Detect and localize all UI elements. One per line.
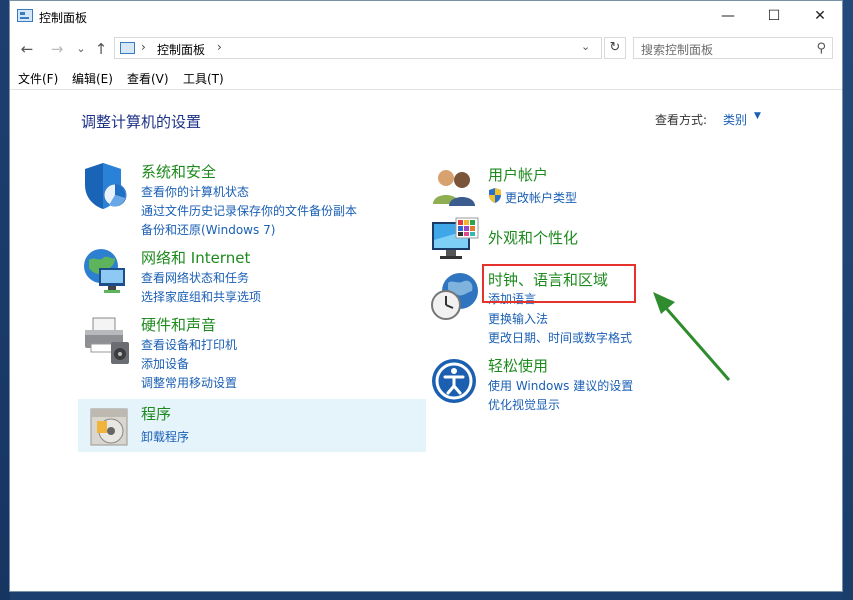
link-add-device[interactable]: 添加设备 xyxy=(141,355,189,372)
user-accounts-icon[interactable] xyxy=(430,166,480,210)
annotation-arrow-icon xyxy=(653,292,731,381)
link-optimize-visual-display[interactable]: 优化视觉显示 xyxy=(488,396,560,413)
minimize-button[interactable]: — xyxy=(705,1,751,32)
title-bar[interactable]: 控制面板 — ☐ ✕ xyxy=(10,1,842,32)
menu-edit[interactable]: 编辑(E) xyxy=(72,70,113,87)
address-dropdown-chevron-icon[interactable]: ⌄ xyxy=(581,40,590,53)
menu-bar: 文件(F) 编辑(E) 查看(V) 工具(T) xyxy=(10,67,842,90)
programs-icon[interactable] xyxy=(87,403,131,449)
navigation-bar: ← → ⌄ ↑ › 控制面板 › ⌄ ↻ 搜索控制面板 ⚲ xyxy=(10,35,842,63)
menu-view[interactable]: 查看(V) xyxy=(127,70,169,87)
page-title: 调整计算机的设置 xyxy=(81,113,202,131)
category-title-programs[interactable]: 程序 xyxy=(141,403,171,424)
ease-of-access-icon[interactable] xyxy=(431,358,477,404)
category-title-hardware-sound[interactable]: 硬件和声音 xyxy=(141,314,216,335)
category-title-network-internet[interactable]: 网络和 Internet xyxy=(141,247,250,268)
category-title-appearance[interactable]: 外观和个性化 xyxy=(488,227,578,248)
search-input[interactable]: 搜索控制面板 xyxy=(641,41,713,58)
address-bar[interactable]: › 控制面板 › ⌄ xyxy=(114,37,602,59)
printer-icon[interactable] xyxy=(81,316,131,366)
chevron-right-icon[interactable]: › xyxy=(141,40,146,54)
menu-tools[interactable]: 工具(T) xyxy=(183,70,224,87)
uac-shield-icon xyxy=(489,188,501,203)
appearance-monitor-icon[interactable] xyxy=(430,216,482,262)
chevron-right-icon[interactable]: › xyxy=(217,40,222,54)
control-panel-window: 控制面板 — ☐ ✕ ← → ⌄ ↑ › 控制面板 › ⌄ ↻ 搜索控制面板 ⚲… xyxy=(9,0,843,592)
category-title-system-security[interactable]: 系统和安全 xyxy=(141,161,216,182)
shield-icon[interactable] xyxy=(81,161,129,211)
view-by-dropdown[interactable]: 类别 xyxy=(723,111,747,128)
search-box[interactable]: 搜索控制面板 ⚲ xyxy=(633,37,833,59)
annotation-highlight-box xyxy=(482,264,636,303)
breadcrumb-control-panel[interactable]: 控制面板 xyxy=(157,41,205,58)
link-homegroup-sharing[interactable]: 选择家庭组和共享选项 xyxy=(141,288,261,305)
category-title-user-accounts[interactable]: 用户帐户 xyxy=(488,164,548,185)
refresh-icon[interactable]: ↻ xyxy=(604,37,626,59)
close-button[interactable]: ✕ xyxy=(797,1,842,32)
link-mobility-settings[interactable]: 调整常用移动设置 xyxy=(141,374,237,391)
link-devices-printers[interactable]: 查看设备和打印机 xyxy=(141,336,237,353)
link-change-account-type[interactable]: 更改帐户类型 xyxy=(505,189,577,206)
category-title-ease-of-access[interactable]: 轻松使用 xyxy=(488,355,548,376)
up-arrow-icon[interactable]: ↑ xyxy=(92,39,110,59)
link-view-computer-status[interactable]: 查看你的计算机状态 xyxy=(141,183,249,200)
control-panel-address-icon xyxy=(120,42,135,54)
link-backup-restore[interactable]: 备份和还原(Windows 7) xyxy=(141,221,275,238)
recent-locations-chevron-icon[interactable]: ⌄ xyxy=(72,39,90,59)
desktop-background-right xyxy=(843,0,853,600)
link-change-input-method[interactable]: 更换输入法 xyxy=(488,310,548,327)
link-uninstall-program[interactable]: 卸载程序 xyxy=(141,428,189,445)
link-file-history-backup[interactable]: 通过文件历史记录保存你的文件备份副本 xyxy=(141,202,357,219)
menu-file[interactable]: 文件(F) xyxy=(18,70,58,87)
control-panel-app-icon[interactable] xyxy=(17,9,33,22)
view-by-dropdown-arrow-icon[interactable]: ▼ xyxy=(754,111,761,121)
maximize-button[interactable]: ☐ xyxy=(751,1,797,32)
link-network-status[interactable]: 查看网络状态和任务 xyxy=(141,269,249,286)
link-recommended-settings[interactable]: 使用 Windows 建议的设置 xyxy=(488,377,633,394)
clock-globe-icon[interactable] xyxy=(430,271,482,323)
search-icon[interactable]: ⚲ xyxy=(816,41,826,56)
link-change-date-time-format[interactable]: 更改日期、时间或数字格式 xyxy=(488,329,632,346)
network-globe-icon[interactable] xyxy=(81,246,131,296)
view-by-label: 查看方式: xyxy=(655,113,708,127)
back-arrow-icon[interactable]: ← xyxy=(18,39,36,59)
forward-arrow-icon[interactable]: → xyxy=(48,39,66,59)
window-title: 控制面板 xyxy=(39,11,88,25)
